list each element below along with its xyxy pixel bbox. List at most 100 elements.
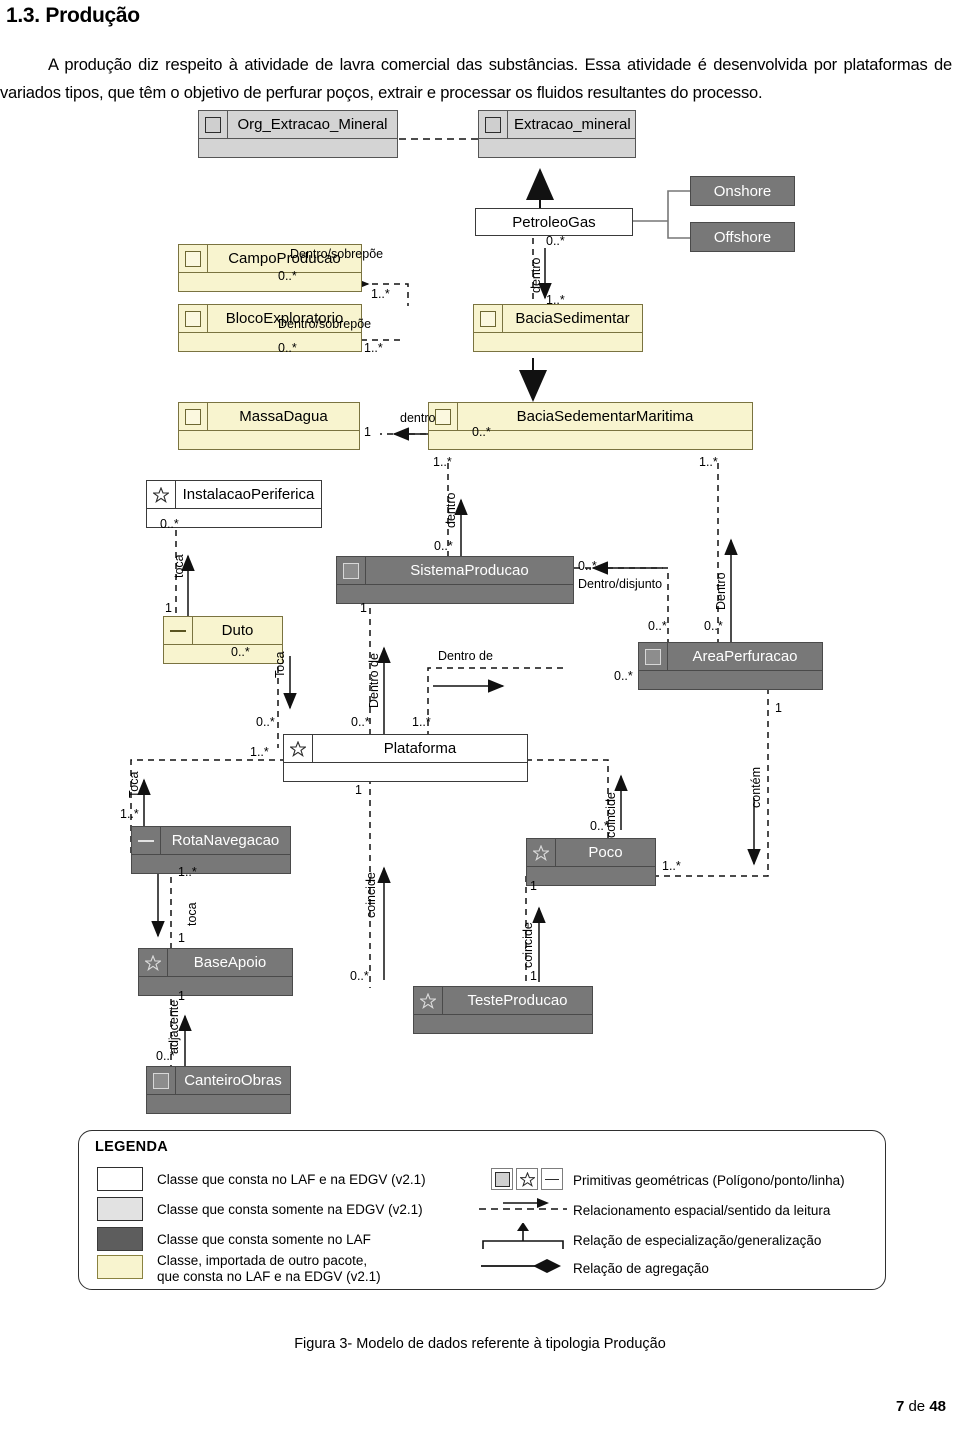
class-name: Poco xyxy=(588,844,623,861)
role-label: Dentro/sobrepõe xyxy=(290,247,384,261)
class-attributes xyxy=(147,1094,290,1113)
role-label: dentro xyxy=(444,492,458,528)
legend-text-yellow-line2: que consta no LAF e na EDGV (v2.1) xyxy=(157,1269,381,1284)
class-box-poco[interactable]: Poco xyxy=(526,838,656,886)
multiplicity-label: 1 xyxy=(178,931,185,945)
class-box-extracao-mineral[interactable]: Extracao_mineral xyxy=(478,110,636,158)
class-box-onshore[interactable]: Onshore xyxy=(690,176,795,206)
footer-page-number: 7 xyxy=(895,1398,905,1415)
point-primitive-icon xyxy=(284,735,313,762)
class-box-baciasedimentar[interactable]: BaciaSedimentar xyxy=(473,304,643,352)
legend-swatch-light-grey xyxy=(97,1197,143,1221)
point-primitive-icon xyxy=(139,949,168,976)
polygon-primitive-icon xyxy=(337,557,366,584)
class-box-rotanavegacao[interactable]: RotaNavegacao xyxy=(131,826,291,874)
role-label: dentro xyxy=(400,411,436,425)
legend-point-primitive-icon xyxy=(516,1168,538,1190)
multiplicity-label: 0..* xyxy=(278,341,297,355)
page-title: 1.3. Produção xyxy=(6,4,140,28)
class-name: Offshore xyxy=(713,228,772,246)
class-name: Duto xyxy=(221,622,254,639)
role-label: toca xyxy=(172,554,186,578)
uml-class-diagram: Org_Extracao_Mineral --> xyxy=(78,108,888,1308)
body-paragraph: A produção diz respeito à atividade de l… xyxy=(0,51,952,107)
class-name: BaseApoio xyxy=(193,954,267,971)
line-primitive-icon xyxy=(164,617,193,644)
class-box-canteiroobras[interactable]: CanteiroObras xyxy=(146,1066,291,1114)
multiplicity-label: 0..* xyxy=(350,969,369,983)
class-box-areaperfuracao[interactable]: AreaPerfuracao xyxy=(638,642,823,690)
role-label: contém xyxy=(749,767,763,808)
role-label: Toca xyxy=(273,651,287,678)
class-name: Plataforma xyxy=(383,740,457,757)
polygon-primitive-icon xyxy=(639,643,668,670)
class-attributes xyxy=(179,430,359,449)
role-label: coincide xyxy=(364,872,378,918)
class-attributes xyxy=(527,866,655,885)
multiplicity-label: 1 xyxy=(360,601,367,615)
multiplicity-label: 1 xyxy=(530,879,537,893)
class-box-duto[interactable]: Duto xyxy=(163,616,283,664)
legend-dashed-arrow-icon xyxy=(479,1198,567,1210)
multiplicity-label: 0..* xyxy=(434,539,453,553)
class-name: InstalacaoPeriferica xyxy=(182,486,315,503)
multiplicity-label: 1..* xyxy=(120,807,139,821)
class-box-org-extracao-mineral[interactable]: Org_Extracao_Mineral xyxy=(198,110,398,158)
role-label: Dentro xyxy=(714,572,728,610)
section-title: Produção xyxy=(45,4,140,27)
legend-text-aggregation: Relação de agregação xyxy=(573,1261,709,1276)
class-name: Org_Extracao_Mineral xyxy=(237,116,388,133)
legend-text-generalization: Relação de especialização/generalização xyxy=(573,1233,822,1248)
role-label: coincide xyxy=(521,922,535,968)
multiplicity-label: 0..* xyxy=(256,715,275,729)
class-box-massadagua[interactable]: MassaDagua xyxy=(178,402,360,450)
multiplicity-label: 1..* xyxy=(371,287,390,301)
class-name: AreaPerfuracao xyxy=(692,648,798,665)
role-label: Toca xyxy=(127,771,141,798)
class-attributes xyxy=(479,138,635,157)
class-attributes xyxy=(474,332,642,351)
class-attributes xyxy=(199,138,397,157)
multiplicity-label: 0..* xyxy=(614,669,633,683)
class-attributes xyxy=(337,584,573,603)
multiplicity-label: 0..* xyxy=(278,269,297,283)
point-primitive-icon xyxy=(414,987,443,1014)
role-label: coincide xyxy=(604,792,618,838)
multiplicity-label: 0..* xyxy=(231,645,250,659)
class-attributes xyxy=(164,644,282,663)
class-box-sistemaproducao[interactable]: SistemaProducao xyxy=(336,556,574,604)
class-attributes xyxy=(139,976,292,995)
multiplicity-label: 0..* xyxy=(160,517,179,531)
class-name: TesteProducao xyxy=(467,992,568,1009)
multiplicity-label: 1 xyxy=(530,969,537,983)
class-box-petroleogas[interactable]: PetroleoGas xyxy=(475,208,633,236)
multiplicity-label: 0..* xyxy=(351,715,370,729)
legend-title: LEGENDA xyxy=(95,1139,168,1155)
class-name: BaciaSedementarMaritima xyxy=(516,408,694,425)
legend-text-spatial-relation: Relacionamento espacial/sentido da leitu… xyxy=(573,1203,831,1218)
legend-text-yellow-line1: Classe, importada de outro pacote, xyxy=(157,1253,368,1268)
class-box-offshore[interactable]: Offshore xyxy=(690,222,795,252)
multiplicity-label: 1 xyxy=(775,701,782,715)
line-primitive-icon xyxy=(132,827,161,854)
class-name: SistemaProducao xyxy=(410,562,529,579)
multiplicity-label: 1 xyxy=(364,425,371,439)
multiplicity-label: 1..* xyxy=(412,715,431,729)
class-box-plataforma[interactable]: Plataforma xyxy=(283,734,528,782)
class-name: MassaDagua xyxy=(239,408,328,425)
legend-swatch-dark-grey xyxy=(97,1227,143,1251)
legend-text-primitives: Primitivas geométricas (Polígono/ponto/l… xyxy=(573,1173,845,1188)
role-label: adjacente xyxy=(167,999,181,1054)
legend-line-primitive-icon xyxy=(541,1168,563,1190)
multiplicity-label: 1 xyxy=(355,783,362,797)
relation-rotanavegacao-baseapoio xyxy=(151,866,172,956)
page-footer: 7 de 48 xyxy=(896,1398,946,1415)
class-name: Onshore xyxy=(713,182,772,200)
class-box-baseapoio[interactable]: BaseApoio xyxy=(138,948,293,996)
legend-generalization-icon xyxy=(482,1223,564,1249)
point-primitive-icon xyxy=(527,839,556,866)
multiplicity-label: 1..* xyxy=(364,341,383,355)
class-box-testeproducao[interactable]: TesteProducao xyxy=(413,986,593,1034)
multiplicity-label: 1..* xyxy=(699,455,718,469)
polygon-primitive-icon xyxy=(479,111,508,138)
